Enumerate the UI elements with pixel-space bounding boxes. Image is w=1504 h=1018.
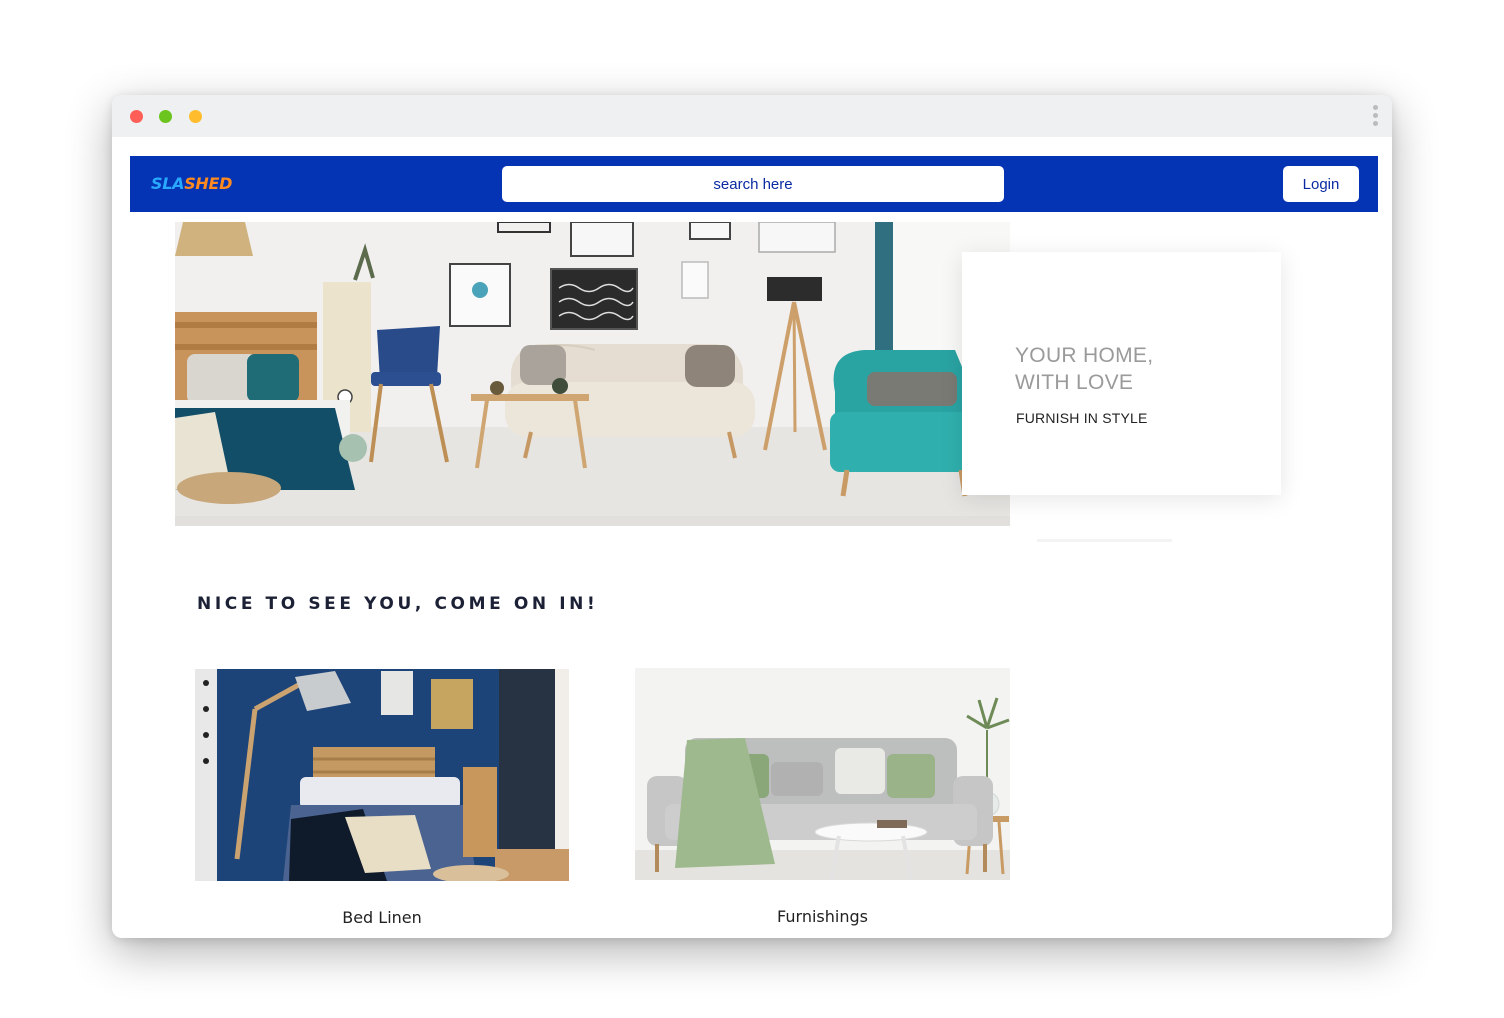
minimize-window-button[interactable] xyxy=(159,110,172,123)
more-options-icon[interactable] xyxy=(1371,105,1379,129)
hero-image xyxy=(175,222,1010,526)
logo-text-part1: SLA xyxy=(151,174,185,193)
browser-window: SLASHED Login xyxy=(112,95,1392,938)
category-card-furnishings[interactable] xyxy=(635,668,1010,880)
hero-subtitle: FURNISH IN STYLE xyxy=(1016,410,1148,426)
category-card-bed-linen[interactable] xyxy=(195,669,569,881)
bedroom-image xyxy=(195,669,569,881)
hero-title: YOUR HOME, WITH LOVE xyxy=(1015,344,1154,394)
site-logo[interactable]: SLASHED xyxy=(151,174,232,194)
category-label-furnishings[interactable]: Furnishings xyxy=(635,907,1010,926)
search-input[interactable] xyxy=(502,166,1004,202)
sofa-image xyxy=(635,668,1010,880)
living-room-illustration xyxy=(175,222,1010,526)
category-label-bed-linen[interactable]: Bed Linen xyxy=(195,908,569,927)
close-window-button[interactable] xyxy=(130,110,143,123)
hero-text-card: YOUR HOME, WITH LOVE FURNISH IN STYLE xyxy=(962,252,1281,495)
top-navbar: SLASHED Login xyxy=(130,156,1378,212)
login-button[interactable]: Login xyxy=(1283,166,1359,202)
browser-titlebar xyxy=(112,95,1392,137)
divider xyxy=(1037,539,1172,542)
logo-text-part2: SHED xyxy=(184,174,233,193)
zoom-window-button[interactable] xyxy=(189,110,202,123)
welcome-heading: NICE TO SEE YOU, COME ON IN! xyxy=(197,594,599,614)
